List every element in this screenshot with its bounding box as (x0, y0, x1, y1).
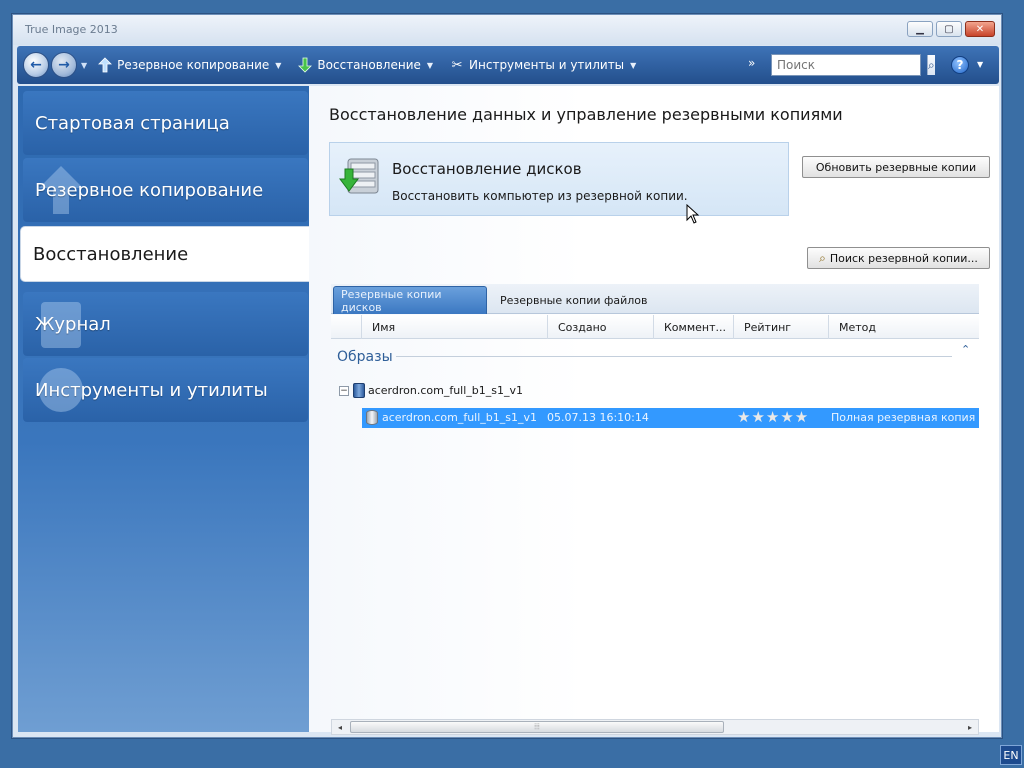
row-method: Полная резервная копия (831, 411, 976, 424)
title-bar[interactable]: True Image 2013 ▁ ▢ ✕ (13, 15, 1001, 45)
help-button[interactable]: ? (951, 56, 969, 74)
minimize-button[interactable]: ▁ (907, 21, 933, 37)
tab-disk-backups[interactable]: Резервные копии дисков (333, 286, 487, 314)
toolbar-backup-label: Резервное копирование (117, 58, 270, 72)
toolbar-overflow-button[interactable]: » (748, 56, 755, 70)
group-label: Образы (337, 349, 393, 365)
sidebar-item-label: Инструменты и утилиты (35, 379, 268, 401)
toolbar-backup-menu[interactable]: Резервное копирование ▼ (97, 57, 281, 73)
refresh-backups-button[interactable]: Обновить резервные копии (802, 156, 990, 178)
main-toolbar: ← → ▼ Резервное копирование ▼ Восстановл… (17, 46, 999, 84)
back-button[interactable]: ← (23, 52, 49, 78)
disk-recovery-icon (338, 153, 384, 199)
task-description: Восстановить компьютер из резервной копи… (392, 189, 688, 203)
toolbar-recovery-menu[interactable]: Восстановление ▼ (297, 57, 433, 73)
table-row[interactable]: acerdron.com_full_b1_s1_v1 05.07.13 16:1… (362, 408, 979, 428)
backup-tabs: Резервные копии дисков Резервные копии ф… (331, 284, 979, 314)
find-backup-button[interactable]: ⌕ Поиск резервной копии... (807, 247, 990, 269)
mouse-cursor-icon (686, 204, 700, 224)
maximize-button[interactable]: ▢ (936, 21, 962, 37)
toolbar-recovery-label: Восстановление (317, 58, 421, 72)
grid-header: Имя Создано Коммент... Рейтинг Метод (331, 315, 979, 339)
chevron-down-icon: ▼ (630, 60, 637, 70)
column-header-select[interactable] (331, 315, 361, 339)
search-icon: ⌕ (928, 57, 935, 72)
page-title: Восстановление данных и управление резер… (329, 105, 843, 124)
help-dropdown-icon[interactable]: ▼ (977, 60, 983, 69)
collapse-group-icon[interactable]: ⌃ (961, 343, 970, 356)
scroll-right-icon[interactable]: ▸ (962, 720, 978, 734)
language-indicator[interactable]: EN (1000, 745, 1022, 765)
disk-recovery-task[interactable]: Восстановление дисков Восстановить компь… (329, 142, 789, 216)
sidebar-item-label: Журнал (35, 313, 111, 335)
column-header-method[interactable]: Метод (828, 315, 979, 339)
chevron-down-icon: ▼ (275, 60, 282, 70)
window-controls: ▁ ▢ ✕ (907, 21, 995, 37)
horizontal-scrollbar[interactable]: ◂ ⦙⦙⦙ ▸ (331, 719, 979, 735)
sidebar-item-backup[interactable]: Резервное копирование (23, 158, 308, 222)
column-header-created[interactable]: Создано (547, 315, 653, 339)
sidebar: Стартовая страница Резервное копирование… (18, 86, 311, 732)
recovery-arrow-icon (297, 57, 313, 73)
find-backup-icon: ⌕ (819, 250, 826, 265)
forward-button[interactable]: → (51, 52, 77, 78)
sidebar-item-log[interactable]: Журнал (23, 292, 308, 356)
task-title: Восстановление дисков (392, 160, 582, 178)
column-header-comment[interactable]: Коммент... (653, 315, 733, 339)
rating-stars[interactable]: ★★★★★ (737, 408, 809, 426)
tree-parent-name: acerdron.com_full_b1_s1_v1 (368, 384, 524, 397)
toolbar-tools-label: Инструменты и утилиты (469, 58, 625, 72)
tree-parent-row[interactable]: − acerdron.com_full_b1_s1_v1 (339, 383, 523, 398)
chevron-down-icon: ▼ (426, 60, 434, 70)
collapse-node-icon[interactable]: − (339, 385, 349, 396)
backup-arrow-icon (97, 57, 113, 73)
sidebar-item-label: Стартовая страница (35, 112, 230, 134)
sidebar-item-recovery[interactable]: Восстановление (20, 226, 311, 282)
search-box: ⌕ (771, 54, 935, 76)
help-icon: ? (956, 58, 964, 72)
history-dropdown-icon[interactable]: ▼ (81, 61, 87, 70)
search-input[interactable] (772, 55, 927, 75)
backup-version-icon (366, 410, 378, 425)
tab-file-backups[interactable]: Резервные копии файлов (493, 286, 655, 314)
sidebar-item-tools[interactable]: Инструменты и утилиты (23, 358, 308, 422)
toolbar-tools-menu[interactable]: ✂ Инструменты и утилиты ▼ (449, 57, 637, 73)
find-backup-label: Поиск резервной копии... (829, 251, 978, 265)
scroll-thumb[interactable]: ⦙⦙⦙ (350, 721, 724, 733)
sidebar-item-start-page[interactable]: Стартовая страница (23, 91, 308, 155)
back-arrow-icon: ← (30, 57, 42, 73)
sidebar-item-label: Восстановление (33, 243, 189, 265)
scroll-left-icon[interactable]: ◂ (332, 720, 348, 734)
close-button[interactable]: ✕ (965, 21, 995, 37)
search-button[interactable]: ⌕ (927, 55, 935, 75)
disk-backup-icon (353, 383, 365, 398)
forward-arrow-icon: → (58, 57, 70, 73)
tools-icon: ✂ (451, 57, 463, 73)
window-title: True Image 2013 (25, 23, 118, 36)
column-header-name[interactable]: Имя (361, 315, 547, 339)
group-divider (396, 356, 952, 357)
row-name: acerdron.com_full_b1_s1_v1 (382, 411, 538, 424)
row-created: 05.07.13 16:10:14 (547, 411, 649, 424)
sidebar-item-label: Резервное копирование (35, 179, 264, 201)
main-panel: Восстановление данных и управление резер… (309, 86, 999, 735)
app-window: True Image 2013 ▁ ▢ ✕ ← → ▼ Резервное ко… (12, 14, 1002, 738)
column-header-rating[interactable]: Рейтинг (733, 315, 828, 339)
